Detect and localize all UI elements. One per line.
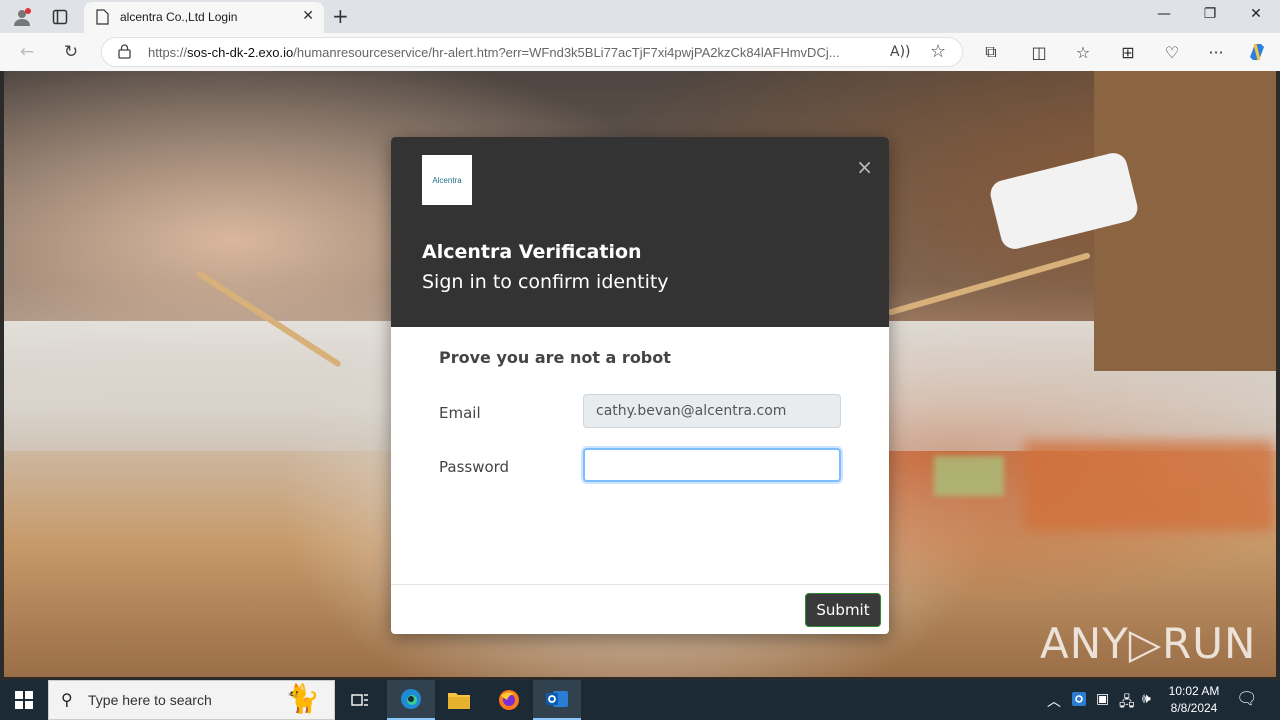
background-orange-item	[1024, 441, 1274, 531]
lock-icon[interactable]	[118, 44, 131, 63]
logo-text: Alcentra	[432, 175, 462, 185]
collections-icon[interactable]: ⊞	[1115, 40, 1141, 64]
search-highlight-cat-icon: 🐈	[285, 682, 320, 715]
url-path: /humanresourceservice/hr-alert.htm?err=W…	[293, 45, 840, 60]
modal-subtitle: Sign in to confirm identity	[422, 271, 669, 293]
minimize-icon[interactable]: —	[1144, 6, 1184, 22]
alcentra-logo: Alcentra	[422, 155, 472, 205]
firefox-icon[interactable]	[485, 680, 533, 720]
refresh-icon[interactable]: ↻	[58, 40, 84, 64]
verification-modal: Alcentra × Alcentra Verification Sign in…	[391, 137, 889, 634]
browser-toolbar: ← ↻ https://sos-ch-dk-2.exo.io/humanreso…	[0, 33, 1280, 71]
notification-icon[interactable]: 🗨	[1236, 689, 1258, 709]
taskbar-search-box[interactable]: ⚲ Type here to search 🐈	[48, 680, 335, 720]
system-clock[interactable]: 10:02 AM 8/8/2024	[1160, 683, 1228, 717]
copilot-icon[interactable]	[1244, 40, 1270, 64]
password-label: Password	[439, 458, 510, 476]
file-explorer-icon[interactable]	[435, 680, 483, 720]
modal-footer-divider	[391, 584, 889, 585]
address-bar[interactable]: https://sos-ch-dk-2.exo.io/humanresource…	[101, 37, 963, 67]
anyrun-watermark: ANY▷RUN	[1040, 619, 1257, 668]
password-field[interactable]	[583, 448, 841, 482]
modal-header: Alcentra × Alcentra Verification Sign in…	[391, 137, 889, 327]
search-icon: ⚲	[61, 690, 73, 709]
search-placeholder: Type here to search	[88, 692, 212, 708]
clock-date: 8/8/2024	[1170, 701, 1218, 715]
modal-close-icon[interactable]: ×	[856, 157, 873, 177]
extensions-icon[interactable]: ⧉	[978, 40, 1004, 64]
window-close-icon[interactable]: ✕	[1236, 6, 1276, 22]
url-scheme: https://	[148, 45, 188, 60]
windows-taskbar: ⚲ Type here to search 🐈 ︿ ▣ 🖧 🕪 10:02 AM…	[0, 680, 1280, 720]
browser-essentials-icon[interactable]: ♡	[1159, 40, 1185, 64]
url-host: sos-ch-dk-2.exo.io	[187, 45, 294, 60]
active-tab[interactable]: alcentra Co.,Ltd Login ✕	[84, 2, 324, 33]
modal-title: Alcentra Verification	[422, 241, 642, 263]
profile-icon[interactable]	[10, 5, 34, 29]
robot-prompt: Prove you are not a robot	[439, 348, 671, 367]
split-screen-icon[interactable]: ◫	[1026, 40, 1052, 64]
submit-button[interactable]: Submit	[805, 593, 881, 627]
clock-time: 10:02 AM	[1168, 684, 1220, 698]
back-icon[interactable]: ←	[14, 40, 40, 64]
email-field[interactable]	[583, 394, 841, 428]
favorites-icon[interactable]: ☆	[1070, 40, 1096, 64]
page-icon	[96, 9, 109, 29]
read-aloud-icon[interactable]: A))	[890, 44, 911, 60]
url-text: https://sos-ch-dk-2.exo.io/humanresource…	[148, 45, 888, 60]
tab-actions-icon[interactable]	[48, 5, 72, 29]
tab-title: alcentra Co.,Ltd Login	[120, 10, 238, 24]
tab-close-icon[interactable]: ✕	[302, 8, 314, 24]
email-label: Email	[439, 404, 481, 422]
background-green-item	[934, 456, 1004, 496]
tray-device-icon[interactable]: ▣	[1096, 691, 1109, 707]
new-tab-icon[interactable]: +	[332, 4, 349, 28]
tray-outlook-icon[interactable]	[1071, 691, 1087, 711]
edge-taskbar-icon[interactable]	[387, 680, 435, 720]
restore-icon[interactable]: ❐	[1190, 6, 1230, 22]
browser-tab-bar: alcentra Co.,Ltd Login ✕ + — ❐ ✕	[0, 0, 1280, 33]
volume-icon[interactable]: 🕪	[1142, 691, 1151, 707]
network-icon[interactable]: 🖧	[1119, 691, 1135, 715]
settings-more-icon[interactable]: ···	[1203, 40, 1229, 64]
task-view-icon[interactable]	[336, 680, 384, 720]
windows-logo-icon	[15, 691, 33, 709]
background-pencil	[887, 252, 1091, 316]
start-button[interactable]	[0, 680, 48, 720]
outlook-icon[interactable]	[533, 680, 581, 720]
tray-overflow-chevron-icon[interactable]: ︿	[1047, 691, 1061, 711]
favorite-star-icon[interactable]: ☆	[930, 41, 946, 62]
